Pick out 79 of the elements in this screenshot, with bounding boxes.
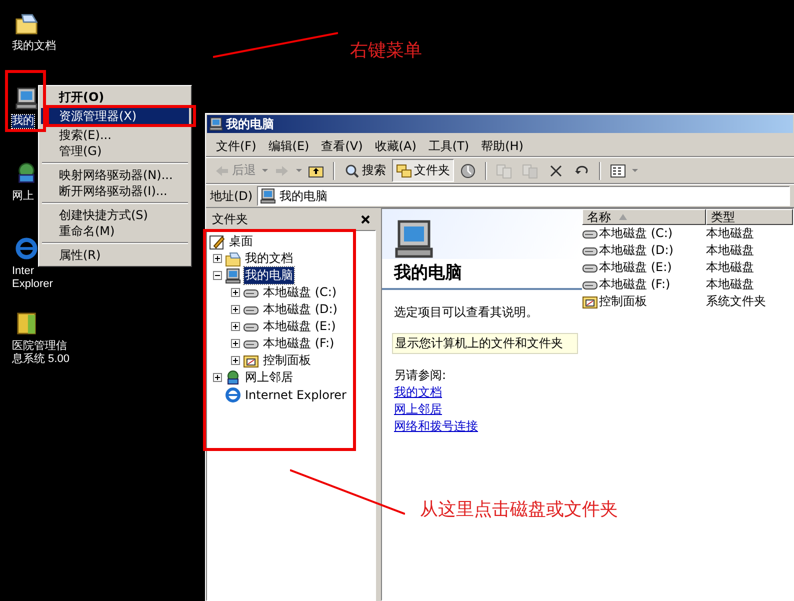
- description-tooltip: 显示您计算机上的文件和文件夹: [392, 333, 578, 354]
- search-button[interactable]: 搜索: [340, 159, 390, 182]
- menu-bar-item[interactable]: 收藏(A): [368, 138, 422, 154]
- panel-title: 我的电脑: [382, 259, 582, 290]
- globe-icon: [225, 386, 241, 402]
- folders-button[interactable]: 文件夹: [392, 159, 454, 182]
- link[interactable]: 网络和拨号连接: [394, 418, 478, 435]
- link[interactable]: 我的文档: [394, 384, 442, 401]
- menu-item[interactable]: 打开(O): [41, 89, 189, 105]
- window-title: 我的电脑: [226, 116, 274, 132]
- tree-item[interactable]: 控制面板: [262, 352, 312, 369]
- column-header[interactable]: 类型: [706, 209, 793, 225]
- globe-icon: [15, 237, 38, 260]
- address-label: 地址(D): [210, 188, 253, 204]
- delete-icon: [548, 162, 564, 178]
- file-name[interactable]: 本地磁盘 (C:): [599, 225, 673, 242]
- views-icon: [610, 162, 626, 178]
- file-type: 本地磁盘: [705, 225, 754, 242]
- tree-item[interactable]: 本地磁盘 (E:): [262, 318, 337, 335]
- address-field[interactable]: 我的电脑: [256, 186, 790, 206]
- menu-bar-item[interactable]: 查看(V): [315, 138, 369, 154]
- desktop-icon-label[interactable]: 我的: [12, 115, 34, 128]
- file-name[interactable]: 本地磁盘 (D:): [599, 242, 674, 259]
- history-icon: [460, 162, 476, 178]
- menu-item[interactable]: 搜索(E)...: [41, 127, 189, 143]
- menu-item[interactable]: 断开网络驱动器(I)...: [41, 183, 189, 199]
- tree-item[interactable]: 我的文档: [244, 250, 294, 267]
- application-icon: [15, 312, 38, 335]
- menu-item[interactable]: 属性(R): [41, 247, 189, 263]
- link[interactable]: 网上邻居: [394, 401, 442, 418]
- move-to-icon: [496, 162, 512, 178]
- close-icon: [361, 214, 370, 224]
- computer-icon: [394, 219, 434, 259]
- control-panel-folder-icon: [582, 294, 598, 310]
- pane-title: 文件夹: [212, 210, 248, 228]
- menu-bar-item[interactable]: 工具(T): [422, 138, 476, 154]
- desktop-icon-label[interactable]: 网上: [12, 190, 34, 203]
- tree-item[interactable]: Internet Explorer: [244, 388, 348, 402]
- computer-icon: [260, 188, 276, 204]
- desktop-icon-label[interactable]: Inter Explorer: [12, 265, 53, 291]
- tree-item[interactable]: 我的电脑: [244, 267, 294, 284]
- search-icon: [344, 162, 360, 178]
- tree-item[interactable]: 网上邻居: [244, 369, 294, 386]
- desktop-icon: [209, 234, 225, 250]
- file-type: 系统文件夹: [705, 293, 766, 310]
- menu-item[interactable]: 管理(G): [41, 143, 189, 159]
- tree-item[interactable]: 本地磁盘 (C:): [262, 284, 338, 301]
- desktop-icon-label[interactable]: 我的文档: [12, 40, 56, 53]
- hint-text: 选定项目可以查看其说明。: [394, 304, 538, 321]
- window-icon: [209, 117, 223, 131]
- computer-icon: [225, 268, 241, 284]
- file-name[interactable]: 本地磁盘 (F:): [599, 276, 670, 293]
- menu-item[interactable]: 映射网络驱动器(N)...: [41, 167, 189, 183]
- folder-icon: [15, 12, 38, 35]
- file-name[interactable]: 控制面板: [599, 293, 647, 310]
- menu-item[interactable]: 创建快捷方式(S): [41, 207, 189, 223]
- folder-icon: [225, 250, 241, 266]
- annotation-text: 右键菜单: [350, 39, 422, 62]
- file-type: 本地磁盘: [705, 276, 754, 293]
- menu-item[interactable]: 资源管理器(X): [41, 108, 189, 124]
- file-type: 本地磁盘: [705, 242, 754, 259]
- copy-to-icon: [522, 162, 538, 178]
- network-computers-icon: [225, 370, 241, 386]
- menu-bar-item[interactable]: 编辑(E): [262, 138, 316, 154]
- menu-item[interactable]: 重命名(M): [41, 223, 189, 239]
- computer-icon: [15, 87, 38, 110]
- column-header[interactable]: 名称: [582, 209, 706, 225]
- file-type: 本地磁盘: [705, 259, 754, 276]
- desktop-icon-label[interactable]: 医院管理信 息系统 5.00: [12, 340, 70, 366]
- menu-bar-item[interactable]: 文件(F): [210, 138, 262, 154]
- tree-item[interactable]: 本地磁盘 (F:): [262, 335, 336, 352]
- see-also-label: 另请参阅:: [394, 367, 446, 384]
- control-panel-folder-icon: [243, 352, 259, 368]
- tree-item[interactable]: 桌面: [228, 233, 254, 250]
- annotation-text: 从这里点击磁盘或文件夹: [420, 498, 618, 521]
- file-name[interactable]: 本地磁盘 (E:): [599, 259, 672, 276]
- folders-icon: [396, 162, 412, 178]
- menu-bar-item[interactable]: 帮助(H): [475, 138, 530, 154]
- tree-item[interactable]: 本地磁盘 (D:): [262, 301, 338, 318]
